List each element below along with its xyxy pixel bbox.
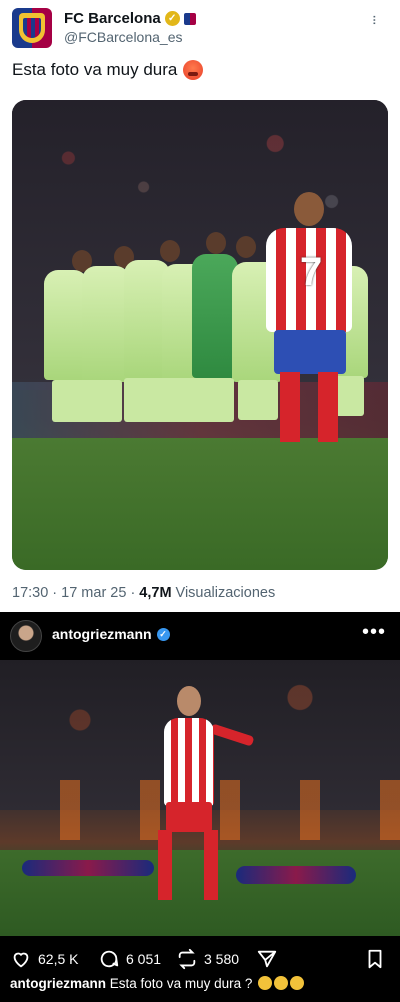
- like-action[interactable]: 62,5 K: [10, 948, 78, 970]
- tweet-date: 17 mar 25: [61, 585, 127, 601]
- likes-count: 62,5 K: [38, 951, 79, 967]
- repost-action[interactable]: 3 580: [176, 948, 239, 970]
- shushing-face-emoji-icon: [274, 976, 289, 990]
- shushing-face-emoji-icon: [290, 976, 305, 990]
- instagram-user-row: antogriezmann ✓: [52, 626, 170, 642]
- instagram-caption: antogriezmann Esta foto va muy dura ?: [10, 976, 390, 991]
- atletico-player-legs: [280, 372, 338, 442]
- tweet-card: FC Barcelona ✓ @FCBarcelona_es ··· Esta …: [0, 0, 400, 612]
- save-action[interactable]: [364, 948, 386, 970]
- tweet-handle[interactable]: @FCBarcelona_es: [64, 29, 183, 45]
- griezmann-head: [177, 686, 201, 716]
- comment-icon: [100, 950, 119, 968]
- shushing-face-emoji-icon: [258, 976, 273, 990]
- caption-username[interactable]: antogriezmann: [10, 976, 106, 991]
- tweet-time: 17:30: [12, 585, 49, 601]
- more-options-icon[interactable]: ···: [366, 14, 383, 24]
- comment-action[interactable]: 6 051: [98, 948, 161, 970]
- comments-count: 6 051: [126, 951, 162, 967]
- meta-separator: ·: [52, 585, 58, 601]
- meta-separator: ·: [130, 585, 136, 601]
- views-label[interactable]: Visualizaciones: [176, 585, 276, 601]
- tweet-body: Esta foto va muy dura: [12, 60, 178, 79]
- instagram-photo[interactable]: [0, 660, 400, 936]
- bookmark-icon: [368, 949, 382, 969]
- player-shorts: [124, 378, 234, 422]
- lying-player: [22, 860, 154, 876]
- barcelona-flag-icon: [183, 12, 196, 25]
- repost-icon: [178, 948, 196, 970]
- tweet-author-row: FC Barcelona ✓: [64, 10, 196, 27]
- tweet-photo[interactable]: 7: [12, 100, 388, 570]
- fc-barcelona-avatar[interactable]: [12, 8, 52, 48]
- griezmann-legs: [158, 830, 222, 900]
- shirt-number: 7: [300, 250, 323, 294]
- player-shorts: [52, 380, 122, 422]
- atletico-player-shorts: [274, 330, 346, 374]
- reposts-count: 3 580: [204, 951, 240, 967]
- barcelona-crest-icon: [19, 13, 45, 43]
- verified-gold-icon: ✓: [164, 11, 180, 26]
- griezmann-shirt: [164, 718, 214, 806]
- tweet-display-name[interactable]: FC Barcelona: [64, 10, 161, 27]
- hot-face-emoji-icon: [183, 60, 204, 80]
- griezmann-avatar[interactable]: [10, 620, 42, 652]
- caption-text: Esta foto va muy dura ?: [109, 976, 253, 991]
- tweet-text: Esta foto va muy dura: [12, 60, 204, 80]
- griezmann-shorts: [166, 802, 212, 832]
- player-shorts: [238, 380, 278, 420]
- send-icon: [257, 950, 277, 968]
- instagram-username[interactable]: antogriezmann: [52, 626, 152, 642]
- pitch-grass: [12, 438, 388, 570]
- barcelona-player: [82, 266, 130, 382]
- instagram-actions-bar: 62,5 K 6 051 3 580: [0, 948, 400, 976]
- atletico-player-head: [294, 192, 324, 226]
- player-head: [206, 232, 226, 254]
- views-count: 4,7M: [139, 585, 172, 601]
- player-head: [236, 236, 256, 258]
- player-head: [160, 240, 180, 262]
- tweet-meta: 17:30 · 17 mar 25 · 4,7M Visualizaciones: [12, 585, 275, 601]
- more-options-icon[interactable]: •••: [362, 621, 386, 644]
- instagram-post: antogriezmann ✓ ••• 62,5 K 6 051 3 580 a…: [0, 612, 400, 1002]
- heart-icon: [13, 952, 29, 968]
- share-action[interactable]: [256, 948, 278, 970]
- lying-player: [236, 866, 356, 884]
- verified-blue-icon: ✓: [156, 627, 170, 641]
